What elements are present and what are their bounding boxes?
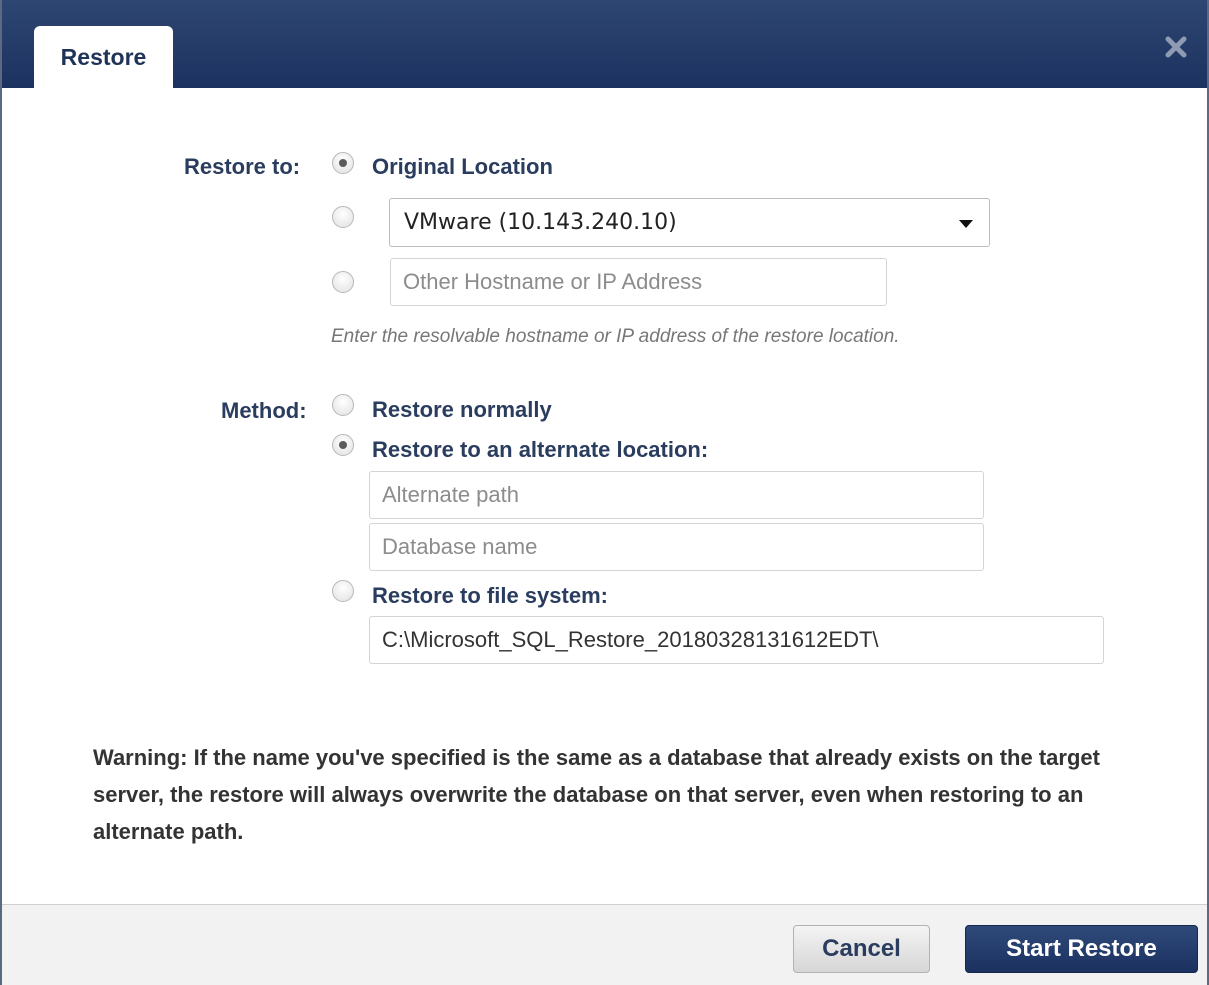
server-select-value: VMware (10.143.240.10) [404,210,677,235]
database-name-input[interactable]: Database name [369,523,984,571]
restore-location-hint: Enter the resolvable hostname or IP addr… [331,326,900,347]
alternate-path-input[interactable]: Alternate path [369,471,984,519]
restore-to-label: Restore to: [184,154,301,179]
chevron-down-icon [959,220,973,228]
dialog-titlebar: Restore [2,0,1207,88]
close-icon[interactable] [1163,34,1189,60]
database-name-placeholder: Database name [382,534,538,559]
radio-file-system[interactable] [332,580,354,602]
restore-dialog: Restore Restore to: Original Location VM… [0,0,1209,985]
overwrite-warning: Warning: If the name you've specified is… [93,745,1100,844]
file-system-label: Restore to file system: [372,583,608,608]
cancel-button[interactable]: Cancel [793,925,930,973]
file-system-path-input[interactable]: C:\Microsoft_SQL_Restore_20180328131612E… [369,616,1104,664]
other-host-placeholder: Other Hostname or IP Address [403,269,703,294]
alternate-path-placeholder: Alternate path [382,482,519,507]
radio-restore-normally[interactable] [332,394,354,416]
radio-original-location[interactable] [332,152,354,174]
tab-restore[interactable]: Restore [34,26,173,88]
radio-vmware-server[interactable] [332,206,354,228]
radio-other-host[interactable] [332,271,354,293]
file-system-path-value: C:\Microsoft_SQL_Restore_20180328131612E… [382,627,879,652]
original-location-label: Original Location [372,154,553,179]
radio-alternate-location[interactable] [332,434,354,456]
server-select[interactable]: VMware (10.143.240.10) [389,198,990,247]
other-host-input[interactable]: Other Hostname or IP Address [390,258,887,306]
alternate-location-label: Restore to an alternate location: [372,437,709,462]
start-restore-button[interactable]: Start Restore [965,925,1198,973]
restore-normally-label: Restore normally [372,397,552,422]
method-label: Method: [221,398,307,423]
